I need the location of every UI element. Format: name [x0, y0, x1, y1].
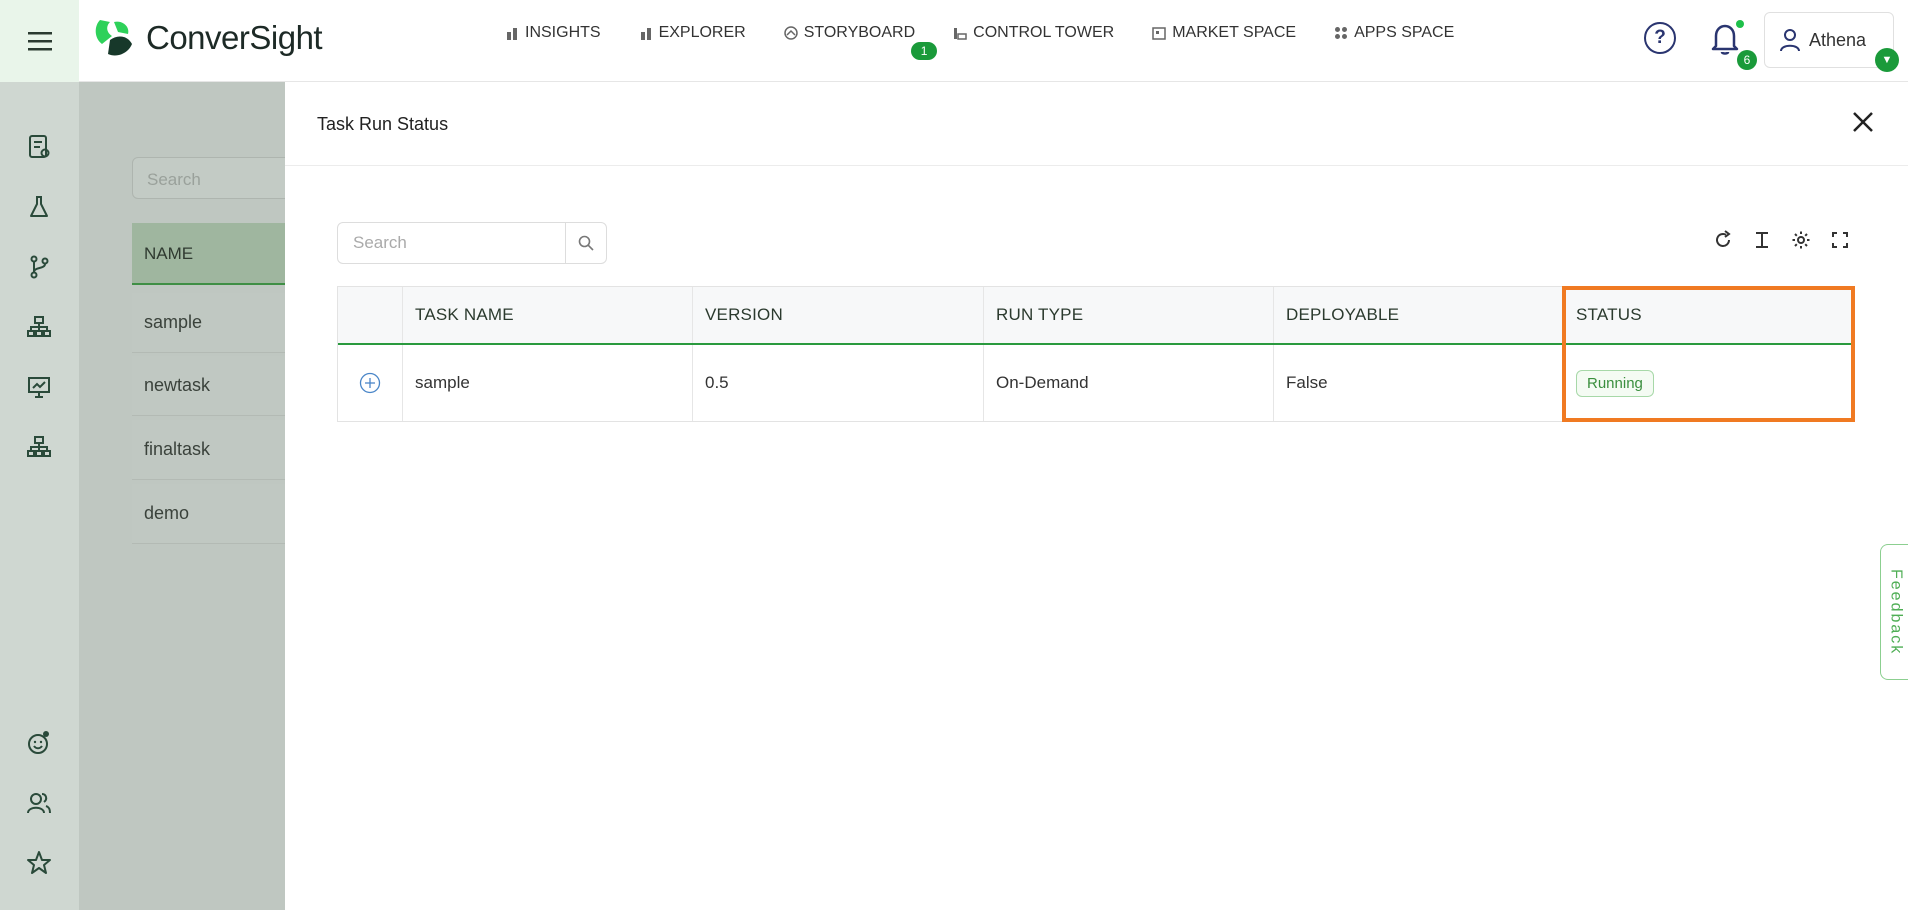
- sidebar-tasks-icon[interactable]: [26, 134, 52, 160]
- sidebar-presentation-icon[interactable]: [26, 374, 52, 400]
- sidebar-lab-icon[interactable]: [26, 194, 52, 220]
- fullscreen-button[interactable]: [1830, 230, 1850, 250]
- cell-task-name: sample: [403, 345, 693, 421]
- close-button[interactable]: [1847, 106, 1879, 138]
- user-name: Athena: [1809, 29, 1867, 50]
- main-nav: INSIGHTS EXPLORER STORYBOARD 1 CONTROL T…: [505, 24, 1492, 60]
- cell-run-type: On-Demand: [984, 345, 1274, 421]
- help-icon: ?: [1654, 27, 1666, 48]
- expand-row-button[interactable]: [338, 345, 403, 421]
- nav-insights[interactable]: INSIGHTS: [505, 24, 601, 42]
- task-search: [337, 222, 607, 264]
- conversight-logo-icon: [95, 20, 132, 56]
- grid-toolbar: [1713, 230, 1850, 250]
- nav-control-tower[interactable]: CONTROL TOWER: [953, 24, 1114, 42]
- sidebar-org-chart-icon[interactable]: [26, 434, 52, 460]
- left-sidebar: [0, 82, 79, 910]
- market-icon: [1152, 27, 1166, 40]
- drawer-header: Task Run Status: [285, 82, 1908, 166]
- refresh-button[interactable]: [1713, 230, 1733, 250]
- refresh-icon: [1716, 230, 1731, 247]
- nav-insights-label: INSIGHTS: [525, 24, 601, 41]
- background-row: finaltask: [132, 420, 292, 480]
- nav-apps-space-label: APPS SPACE: [1354, 24, 1455, 41]
- plus-circle-icon: [359, 372, 381, 394]
- column-header-deployable[interactable]: DEPLOYABLE: [1274, 287, 1564, 343]
- nav-storyboard[interactable]: STORYBOARD 1: [783, 24, 938, 60]
- fullscreen-icon: [1832, 232, 1848, 248]
- task-run-status-drawer: Task Run Status TASK NAME VERSION RUN TY…: [285, 82, 1908, 910]
- user-dropdown-icon[interactable]: ▼: [1875, 48, 1899, 72]
- feedback-tab[interactable]: Feedback: [1880, 544, 1908, 680]
- nav-explorer[interactable]: EXPLORER: [639, 24, 746, 42]
- apps-grid-icon: [1335, 27, 1348, 39]
- nav-market-space[interactable]: MARKET SPACE: [1152, 24, 1296, 42]
- nav-explorer-label: EXPLORER: [658, 24, 746, 41]
- background-table-header: NAME: [132, 223, 292, 285]
- sidebar-hierarchy-icon[interactable]: [26, 314, 52, 340]
- search-icon: [578, 235, 594, 251]
- hamburger-icon: [27, 32, 52, 51]
- settings-button[interactable]: [1791, 230, 1811, 250]
- table-header-row: TASK NAME VERSION RUN TYPE DEPLOYABLE ST…: [338, 287, 1854, 345]
- status-badge: Running: [1576, 369, 1654, 397]
- column-header-task-name[interactable]: TASK NAME: [403, 287, 693, 343]
- background-row: demo: [132, 484, 292, 544]
- cell-deployable: False: [1274, 345, 1564, 421]
- header-expand-cell: [338, 287, 403, 343]
- top-bar: ConverSight INSIGHTS EXPLORER STORYBOARD…: [0, 0, 1908, 82]
- drawer-title: Task Run Status: [317, 114, 449, 134]
- nav-market-space-label: MARKET SPACE: [1172, 24, 1297, 41]
- storyboard-badge: 1: [911, 42, 938, 60]
- search-input[interactable]: [338, 223, 565, 263]
- notifications-button[interactable]: [1710, 22, 1740, 61]
- nav-apps-space[interactable]: APPS SPACE: [1334, 24, 1454, 42]
- menu-button[interactable]: [0, 0, 79, 82]
- nav-control-tower-label: CONTROL TOWER: [973, 24, 1115, 41]
- gear-icon: [1792, 231, 1810, 249]
- sidebar-users-icon[interactable]: [26, 790, 52, 816]
- notification-dot: [1736, 20, 1744, 28]
- column-header-version[interactable]: VERSION: [693, 287, 984, 343]
- cell-version: 0.5: [693, 345, 984, 421]
- bar-chart-icon: [507, 28, 517, 40]
- table-row: sample 0.5 On-Demand False Running: [338, 345, 1854, 421]
- background-row: sample: [132, 293, 292, 353]
- text-height-button[interactable]: [1752, 230, 1772, 250]
- cell-status: Running: [1564, 345, 1854, 421]
- close-icon: [1853, 112, 1873, 132]
- control-tower-icon: [954, 28, 967, 40]
- sidebar-branch-icon[interactable]: [26, 254, 52, 280]
- search-button[interactable]: [565, 223, 606, 263]
- sidebar-assistant-icon[interactable]: [26, 730, 52, 756]
- text-height-icon: [1756, 232, 1768, 248]
- column-header-run-type[interactable]: RUN TYPE: [984, 287, 1274, 343]
- background-row: newtask: [132, 356, 292, 416]
- help-button[interactable]: ?: [1644, 22, 1676, 54]
- storyboard-icon: [783, 26, 798, 40]
- notification-count-badge: 6: [1737, 50, 1757, 70]
- bell-icon: [1711, 24, 1739, 55]
- brand-name: ConverSight: [146, 19, 323, 56]
- nav-storyboard-label: STORYBOARD: [803, 24, 916, 41]
- column-header-status[interactable]: STATUS: [1564, 287, 1854, 343]
- task-run-table: TASK NAME VERSION RUN TYPE DEPLOYABLE ST…: [337, 286, 1855, 422]
- background-search-input: Search: [132, 157, 292, 199]
- logo[interactable]: ConverSight: [92, 16, 323, 60]
- bar-chart-icon: [640, 28, 651, 40]
- sidebar-favorites-icon[interactable]: [26, 850, 52, 876]
- user-icon: [1780, 29, 1800, 52]
